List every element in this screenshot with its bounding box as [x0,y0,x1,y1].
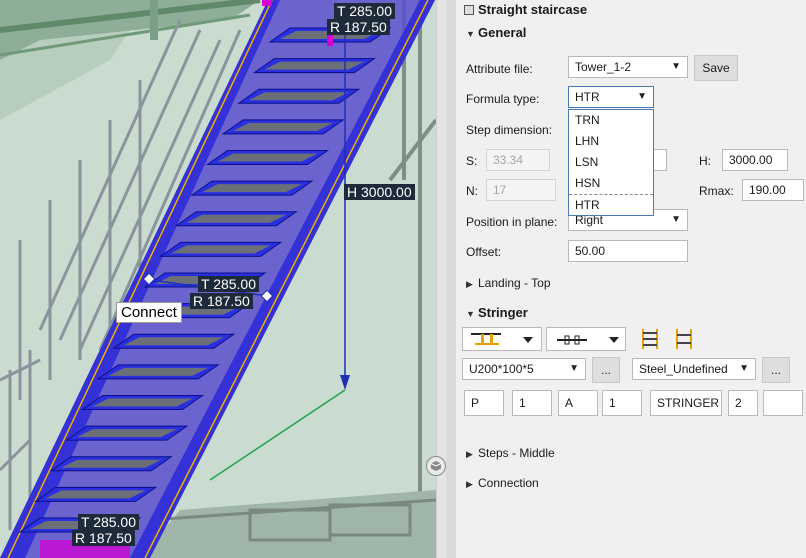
view-cube-icon[interactable] [426,456,446,476]
stair-tread-grating [123,337,224,346]
stringer-material-value: Steel_Undefined [639,362,728,376]
stair-tread-grating [233,122,334,131]
n-field[interactable]: 17 [486,179,556,201]
chevron-down-icon: ▼ [569,363,579,374]
dimension-label-bottom-r: R 187.50 [72,530,135,546]
height-dimension-label: H 3000.00 [344,184,415,200]
section-landing-top[interactable]: ▶ Landing - Top [466,276,551,290]
chevron-down-icon: ▼ [671,61,681,72]
chevron-down-icon: ▼ [739,363,749,374]
stair-tread-grating [248,92,349,101]
numbering-part-start[interactable]: 1 [512,390,552,416]
save-button[interactable]: Save [694,55,738,81]
stringer-profile-value: U200*100*5 [469,362,534,376]
connect-tooltip: Connect [116,302,182,323]
formula-option-htr[interactable]: HTR [569,194,653,215]
stair-tread-grating [61,459,162,468]
browse-profile-button[interactable]: ... [592,357,620,383]
formula-option-lhn[interactable]: LHN [569,131,653,152]
stair-tread-grating [201,184,302,193]
s-label: S: [466,154,478,168]
stair-tread-grating [217,153,318,162]
panel-scrollbar[interactable] [446,0,456,558]
panel-title: Straight staircase [478,2,588,17]
expand-triangle-icon: ▶ [466,449,473,459]
stringer-ladder-icon[interactable] [638,327,662,354]
section-general[interactable]: ▼ General [466,25,526,40]
stringer-name-field[interactable]: STRINGER [650,390,722,416]
formula-type-label: Formula type: [466,92,540,106]
attribute-file-select[interactable]: Tower_1-2 ▼ [568,56,688,78]
h-label: H: [699,154,711,168]
formula-type-select[interactable]: HTR ▼ [568,86,654,108]
chevron-down-icon: ▼ [671,214,681,225]
staircase-icon [464,5,474,15]
numbering-assembly-start[interactable]: 1 [602,390,642,416]
panel-header: Straight staircase [464,2,587,17]
formula-option-hsn[interactable]: HSN [569,173,653,194]
rmax-field[interactable]: 190.00 [742,179,804,201]
collapse-triangle-icon: ▼ [466,309,475,319]
section-connection[interactable]: ▶ Connection [466,476,539,490]
dimension-label-mid-t: T 285.00 [198,276,260,292]
formula-option-trn[interactable]: TRN [569,110,653,131]
stair-tread-grating [264,61,365,70]
stringer-extra-field[interactable] [763,390,803,416]
formula-type-dropdown: TRN LHN LSN HSN HTR [568,109,654,216]
numbering-assembly-prefix[interactable]: A [558,390,598,416]
numbering-part-prefix[interactable]: P [464,390,504,416]
section-connection-label: Connection [478,476,539,490]
stair-tread-grating [76,429,177,438]
stringer-ladder-alt-icon[interactable] [672,327,696,354]
n-label: N: [466,184,478,198]
dimension-label-top-r: R 187.50 [327,19,390,35]
stair-tread-grating [170,245,271,254]
expand-triangle-icon: ▶ [466,279,473,289]
stringer-orientation-picker[interactable] [546,327,626,351]
section-steps-middle-label: Steps - Middle [478,446,555,460]
attribute-file-value: Tower_1-2 [575,60,632,74]
stringer-class-field[interactable]: 2 [728,390,758,416]
step-dimension-label: Step dimension: [466,123,553,137]
section-stringer-label: Stringer [478,305,528,320]
formula-option-lsn[interactable]: LSN [569,152,653,173]
offset-field[interactable]: 50.00 [568,240,688,262]
dimension-label-top-t: T 285.00 [334,3,396,19]
expand-triangle-icon: ▶ [466,479,473,489]
stringer-material-select[interactable]: Steel_Undefined ▼ [632,358,756,380]
stringer-orientation-icon [557,335,619,345]
section-steps-middle[interactable]: ▶ Steps - Middle [466,446,555,460]
section-general-label: General [478,25,527,40]
stringer-profile-select[interactable]: U200*100*5 ▼ [462,358,586,380]
collapse-triangle-icon: ▼ [466,29,475,39]
hidden-field-edge [654,149,667,171]
attribute-file-label: Attribute file: [466,62,533,76]
chevron-down-icon: ▼ [637,91,647,102]
dimension-label-mid-r: R 187.50 [190,293,253,309]
stringer-profile-icon [471,333,533,345]
model-viewport[interactable]: T 285.00 R 187.50 H 3000.00 T 285.00 R 1… [0,0,436,558]
section-stringer[interactable]: ▼ Stringer [466,305,528,320]
rmax-label: Rmax: [699,184,734,198]
browse-material-button[interactable]: ... [762,357,790,383]
stair-tread-grating [45,490,146,499]
properties-panel: Straight staircase ▼ General Attribute fi… [456,0,806,558]
stringer-profile-picker[interactable] [462,327,542,351]
dimension-label-bottom-t: T 285.00 [78,514,140,530]
stair-tread-grating [186,214,287,223]
s-field[interactable]: 33.34 [486,149,550,171]
section-landing-top-label: Landing - Top [478,276,551,290]
h-field[interactable]: 3000.00 [722,149,788,171]
stair-tread-grating [92,398,193,407]
formula-type-value: HTR [575,90,600,104]
position-in-plane-label: Position in plane: [466,215,558,229]
offset-label: Offset: [466,245,502,259]
stair-tread-grating [108,367,209,376]
